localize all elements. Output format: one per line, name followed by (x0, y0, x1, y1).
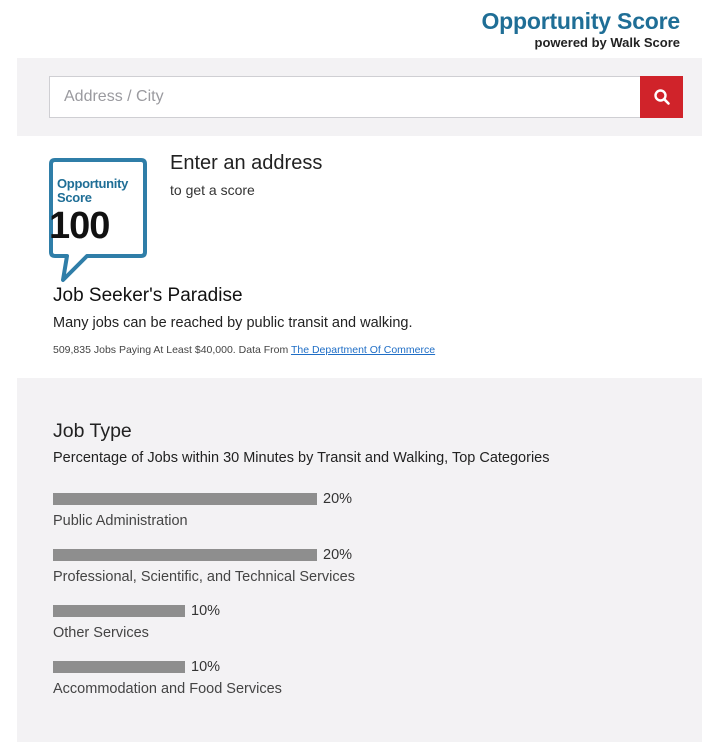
search-band (17, 58, 702, 136)
score-description: Many jobs can be reached by public trans… (53, 315, 413, 331)
job-type-item: 10% Accommodation and Food Services (53, 658, 653, 704)
search-button[interactable] (640, 76, 683, 118)
job-percentage-label: 10% (191, 603, 221, 619)
search-box (49, 76, 641, 118)
job-category-label: Professional, Scientific, and Technical … (53, 569, 355, 585)
job-type-item: 10% Other Services (53, 602, 653, 648)
job-percentage-label: 10% (191, 659, 221, 675)
job-category-label: Accommodation and Food Services (53, 681, 282, 697)
enter-address-subtitle: to get a score (170, 182, 255, 198)
job-type-item: 20% Professional, Scientific, and Technic… (53, 546, 653, 592)
brand-title: Opportunity Score (481, 8, 680, 34)
job-bar-row: 20% (53, 546, 352, 564)
job-bar-row: 10% (53, 602, 220, 620)
job-percentage-bar (53, 661, 185, 673)
opportunity-score-badge: Opportunity Score 100 (49, 158, 147, 284)
job-type-section: Job Type Percentage of Jobs within 30 Mi… (17, 378, 702, 742)
address-search-input[interactable] (50, 77, 640, 117)
job-type-title: Job Type (53, 420, 132, 442)
job-category-label: Public Administration (53, 513, 188, 529)
data-source-text: 509,835 Jobs Paying At Least $40,000. Da… (53, 344, 291, 356)
brand-subtitle: powered by Walk Score (534, 35, 680, 50)
brand-header: Opportunity Score powered by Walk Score (481, 8, 680, 51)
job-percentage-bar (53, 549, 317, 561)
data-source-note: 509,835 Jobs Paying At Least $40,000. Da… (53, 344, 435, 356)
department-of-commerce-link[interactable]: The Department Of Commerce (291, 344, 435, 356)
job-percentage-bar (53, 605, 185, 617)
badge-score-value: 100 (49, 205, 110, 247)
job-type-subtitle: Percentage of Jobs within 30 Minutes by … (53, 450, 550, 466)
enter-address-title: Enter an address (170, 152, 323, 174)
job-percentage-bar (53, 493, 317, 505)
job-percentage-label: 20% (323, 547, 353, 563)
score-title: Job Seeker's Paradise (53, 285, 243, 306)
search-icon (653, 89, 670, 105)
job-category-label: Other Services (53, 625, 149, 641)
job-type-item: 20% Public Administration (53, 490, 653, 536)
job-bar-row: 20% (53, 490, 352, 508)
job-bar-row: 10% (53, 658, 220, 676)
job-percentage-label: 20% (323, 491, 353, 507)
badge-label: Opportunity Score (57, 176, 129, 205)
score-section: Opportunity Score 100 Enter an address t… (17, 136, 702, 378)
